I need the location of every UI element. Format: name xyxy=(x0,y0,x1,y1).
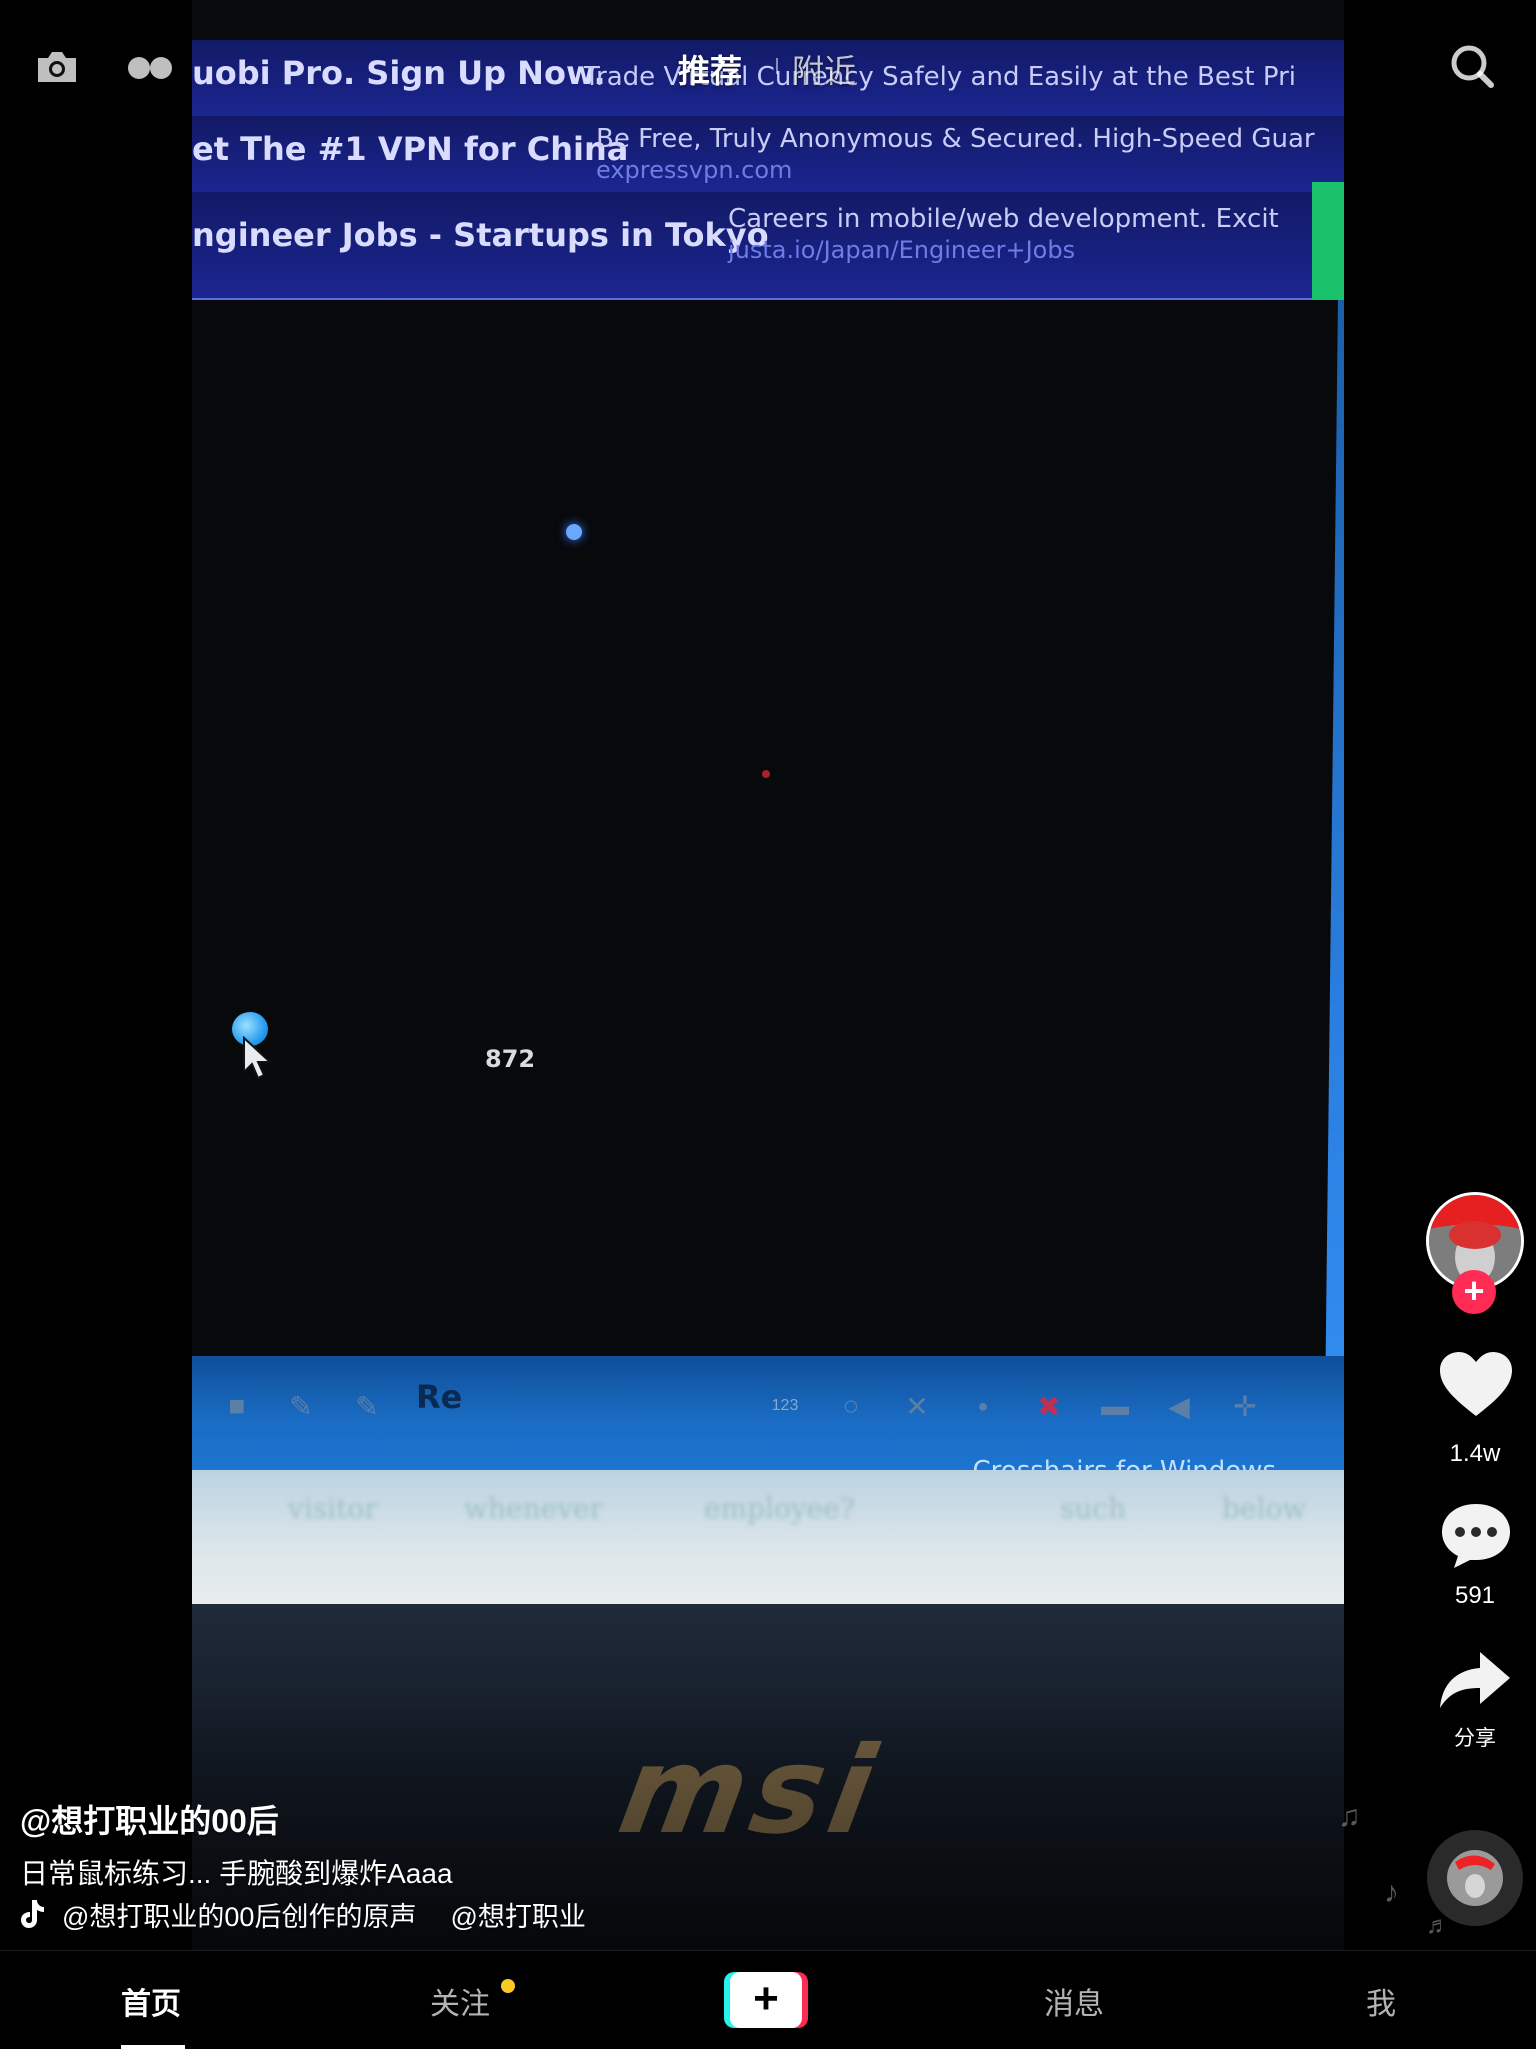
mouse-cursor-icon xyxy=(243,1036,273,1080)
wrench-icon: ✎ xyxy=(289,1390,313,1422)
color-square-icon: ■ xyxy=(228,1390,246,1421)
share-label: 分享 xyxy=(1454,1727,1496,1750)
notification-dot xyxy=(501,1979,515,1993)
ad-button xyxy=(1312,182,1344,300)
sound-row[interactable]: @想打职业的00后创作的原声 @想打职业 xyxy=(20,1895,586,1934)
page-strip: visitor whenever employee? such below xyxy=(192,1470,1344,1604)
author-name[interactable]: @想打职业的00后 xyxy=(20,1796,279,1842)
sound-name-marquee[interactable]: @想打职业 xyxy=(450,1902,585,1932)
blurred-word: whenever xyxy=(464,1492,603,1525)
x-icon: ✕ xyxy=(905,1390,929,1422)
blurred-word: visitor xyxy=(288,1492,378,1525)
circle-icon: ○ xyxy=(842,1390,860,1421)
tab-divider xyxy=(776,58,778,74)
slider-icon: ▬ xyxy=(1101,1390,1129,1421)
sound-name[interactable]: @想打职业的00后创作的原声 xyxy=(62,1902,416,1932)
ad-url: justa.io/Japan/Engineer+Jobs xyxy=(728,236,1076,264)
score-counter: 872 xyxy=(485,1045,536,1073)
target-icon: ✛ xyxy=(1233,1390,1257,1422)
ad-description: Careers in mobile/web development. Excit xyxy=(728,204,1279,234)
comment-icon[interactable] xyxy=(1440,1502,1512,1570)
search-icon[interactable] xyxy=(1448,42,1496,90)
share-icon[interactable] xyxy=(1440,1652,1510,1708)
nav-active-indicator xyxy=(121,2045,185,2049)
music-note-icon: ♪ xyxy=(1384,1876,1399,1909)
tiktok-icon xyxy=(21,1900,44,1928)
live-icon[interactable] xyxy=(126,54,174,82)
tab-nearby[interactable]: 附近 xyxy=(792,46,856,92)
wrench-icon: ✎ xyxy=(355,1390,379,1422)
game-toolbar: ■ ✎ ✎ Re 123 ○ ✕ ● ✖ ▬ ◀ ✛ Crosshairs fo… xyxy=(192,1356,1344,1486)
create-button[interactable]: + xyxy=(724,1972,808,2028)
music-note-icon: ♫ xyxy=(1338,1800,1361,1833)
nav-follow[interactable]: 关注 xyxy=(430,1979,490,2023)
ad-title: ngineer Jobs - Startups in Tokyo xyxy=(192,216,769,254)
nav-home[interactable]: 首页 xyxy=(121,1979,181,2023)
blurred-word: such xyxy=(1060,1492,1127,1525)
toolbar-reset-label: Re xyxy=(416,1378,463,1416)
game-canvas xyxy=(192,298,1337,1373)
blurred-word: employee? xyxy=(704,1492,855,1525)
counter-icon: 123 xyxy=(771,1397,799,1414)
music-note-icon: ♬ xyxy=(1426,1912,1450,1939)
target-dot xyxy=(566,524,582,540)
speaker-icon: ◀ xyxy=(1168,1390,1190,1422)
like-count: 1.4w xyxy=(1449,1440,1501,1467)
ad-banner: ngineer Jobs - Startups in Tokyo Careers… xyxy=(192,192,1344,300)
comment-count: 591 xyxy=(1454,1582,1496,1609)
plus-icon: + xyxy=(730,1972,802,2028)
top-nav: 推荐 附近 xyxy=(0,0,1536,140)
crosshair-icon: ✖ xyxy=(1037,1390,1061,1422)
nav-messages[interactable]: 消息 xyxy=(1044,1979,1104,2023)
video-description: 日常鼠标练习... 手腕酸到爆炸Aaaa xyxy=(20,1858,453,1889)
ad-url: expressvpn.com xyxy=(596,156,793,184)
dot-icon: ● xyxy=(977,1395,989,1416)
video-player[interactable]: uobi Pro. Sign Up Now. Trade Virtual Cur… xyxy=(192,0,1344,1950)
heart-icon[interactable] xyxy=(1440,1352,1512,1418)
nav-me[interactable]: 我 xyxy=(1366,1979,1396,2023)
bottom-nav: 首页 关注 + 消息 我 xyxy=(0,1950,1536,2049)
target-dot-red xyxy=(762,770,770,778)
blurred-word: below xyxy=(1222,1492,1307,1525)
camera-icon[interactable] xyxy=(34,48,80,86)
follow-button[interactable]: + xyxy=(1452,1270,1496,1314)
tab-recommend[interactable]: 推荐 xyxy=(678,46,742,92)
